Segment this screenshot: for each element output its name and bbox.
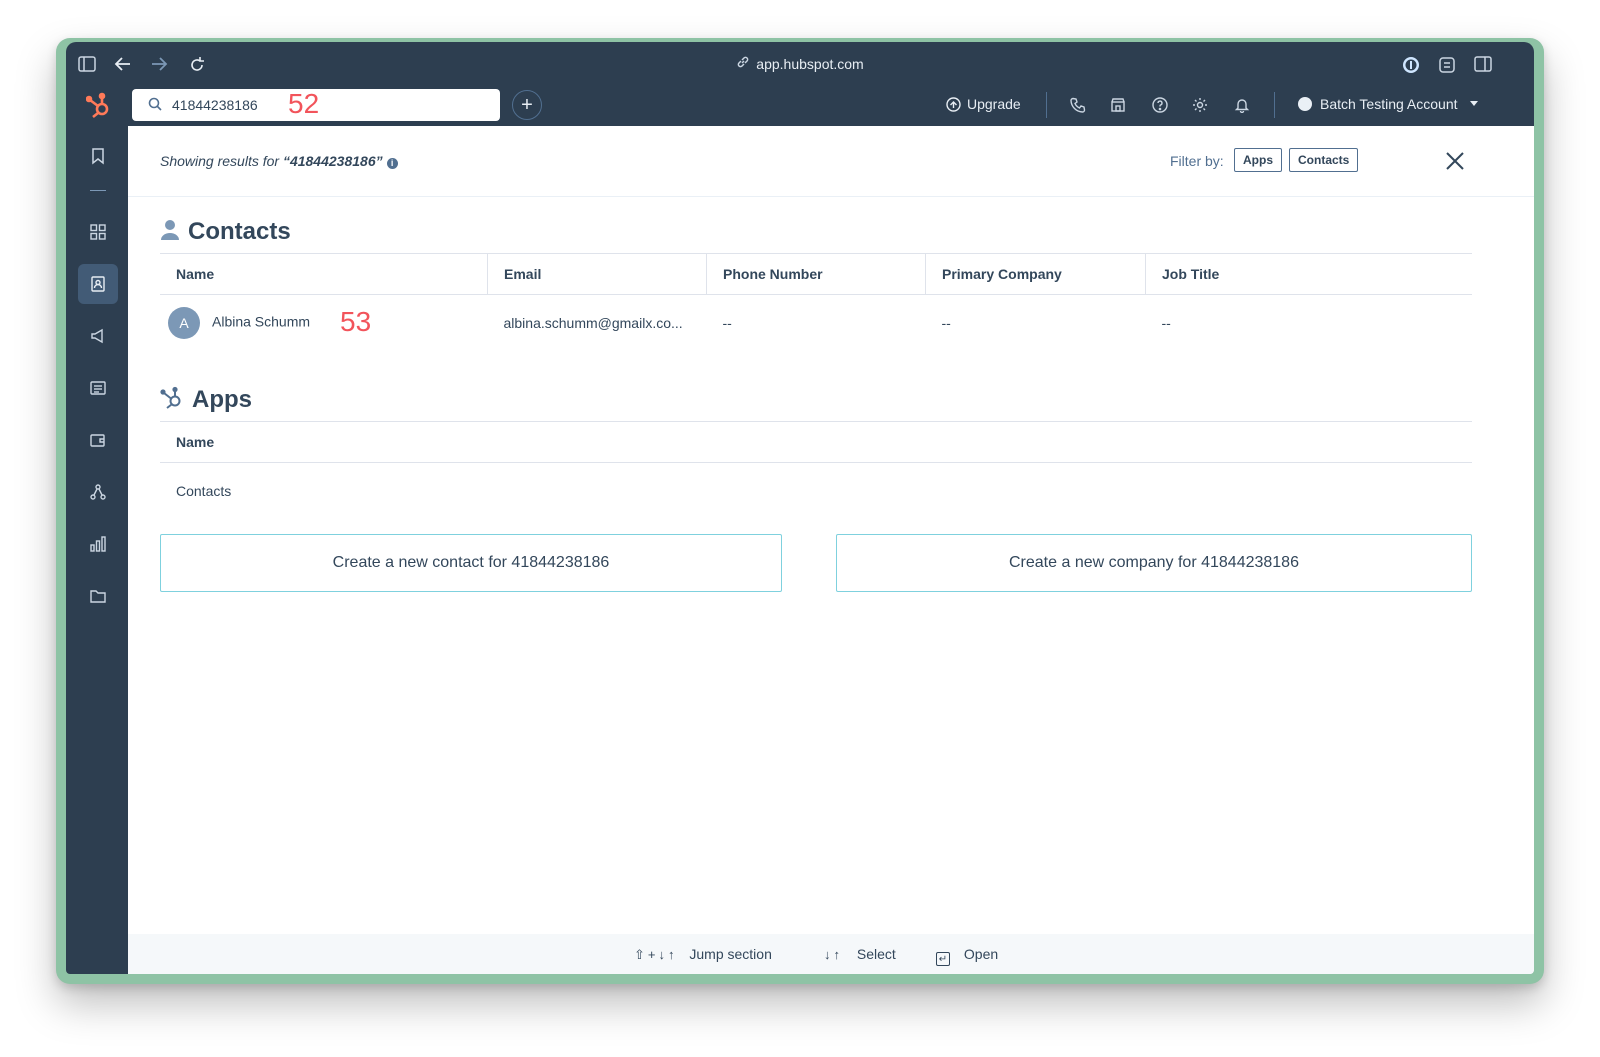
contacts-table: Name Email Phone Number Primary Company … [160, 253, 1472, 351]
apps-title: Apps [192, 386, 252, 413]
contacts-title: Contacts [188, 218, 291, 245]
contact-company: -- [941, 315, 951, 331]
column-header-name[interactable]: Name [160, 253, 488, 295]
select-keys: ↓↑ [824, 947, 843, 962]
account-menu[interactable]: Batch Testing Account [1298, 96, 1479, 112]
folder-icon [90, 590, 106, 603]
grid-icon [90, 224, 106, 240]
annotation-label: 53 [340, 306, 372, 337]
bar-chart-icon [90, 536, 106, 552]
table-row[interactable]: Contacts [160, 463, 1472, 520]
sidebar-item-marketing[interactable] [78, 316, 118, 356]
search-icon [148, 97, 162, 116]
app-name[interactable]: Contacts [160, 463, 1472, 520]
filter-apps-button[interactable]: Apps [1234, 148, 1282, 172]
contacts-section-title: Contacts [160, 218, 291, 246]
search-input[interactable]: 41844238186 [172, 97, 258, 113]
browser-toolbar: app.hubspot.com [66, 42, 1534, 88]
apps-table: Name Contacts [160, 421, 1472, 519]
split-view-icon[interactable] [1474, 56, 1494, 74]
shortcut-select: ↓↑ Select [824, 946, 896, 962]
upgrade-button[interactable]: Upgrade [946, 96, 1021, 112]
megaphone-icon [91, 328, 103, 344]
contact-name-cell[interactable]: A Albina Schumm 53 [160, 295, 488, 352]
upgrade-icon [946, 97, 961, 112]
account-name: Batch Testing Account [1320, 96, 1458, 112]
apps-section-title: Apps [160, 386, 252, 414]
jump-label: Jump section [689, 946, 772, 962]
info-icon[interactable]: i [386, 158, 398, 169]
create-company-button[interactable]: Create a new company for 41844238186 [836, 534, 1472, 592]
keyboard-shortcuts-bar: ⇧+↓↑ Jump section ↓↑ Select ↵ Open [128, 934, 1534, 974]
upgrade-label: Upgrade [967, 96, 1021, 112]
chevron-down-icon [1470, 101, 1479, 106]
sidebar-divider [90, 190, 106, 191]
column-header-company[interactable]: Primary Company [925, 253, 1146, 295]
person-icon [161, 220, 179, 240]
close-icon[interactable] [1444, 150, 1466, 172]
sidebar-item-crm[interactable] [78, 264, 118, 304]
browser-window: app.hubspot.com 41844238186 52 + Upgrade… [56, 38, 1544, 984]
sidebar-item-library[interactable] [78, 576, 118, 616]
results-toolbar: Showing results for “41844238186” i Filte… [128, 126, 1534, 197]
bookmark-icon [92, 148, 104, 165]
notifications-bell-icon[interactable] [1234, 97, 1252, 115]
browser-frame: app.hubspot.com 41844238186 52 + Upgrade… [66, 42, 1534, 974]
contacts-book-icon [91, 276, 105, 292]
sidebar-item-bookmarks[interactable] [78, 136, 118, 176]
contact-phone: -- [722, 315, 732, 331]
hubspot-logo-icon[interactable] [85, 92, 112, 120]
phone-icon[interactable] [1070, 97, 1088, 115]
shortcut-open: ↵ Open [936, 946, 998, 966]
table-header-row: Name [160, 421, 1472, 463]
sidebar-item-automation[interactable] [78, 472, 118, 512]
global-search-box[interactable]: 41844238186 52 [132, 88, 500, 121]
header-divider [1274, 92, 1275, 118]
open-label: Open [963, 946, 999, 962]
table-row[interactable]: A Albina Schumm 53 albina.schumm@gmailx.c… [160, 295, 1472, 352]
column-header-name[interactable]: Name [160, 421, 1472, 463]
column-header-job-title[interactable]: Job Title [1145, 253, 1472, 295]
contact-name[interactable]: Albina Schumm [212, 314, 310, 330]
showing-prefix: Showing results for [160, 153, 280, 169]
hubspot-sprocket-icon [160, 386, 181, 409]
contact-job-title: -- [1161, 315, 1171, 331]
shortcut-jump-section: ⇧+↓↑ Jump section [634, 946, 772, 963]
help-icon[interactable] [1152, 97, 1170, 115]
wallet-icon [90, 434, 105, 447]
jump-keys: ⇧+↓↑ [634, 947, 678, 962]
filter-label: Filter by: [1170, 153, 1224, 169]
enter-key-icon: ↵ [936, 952, 950, 966]
avatar: A [168, 307, 200, 339]
column-header-email[interactable]: Email [487, 253, 707, 295]
contact-email: albina.schumm@gmailx.co... [503, 315, 683, 331]
header-divider [1046, 92, 1047, 118]
network-icon [90, 484, 106, 500]
sidebar-item-commerce[interactable] [78, 420, 118, 460]
account-avatar [1298, 97, 1312, 111]
select-label: Select [856, 946, 896, 962]
marketplace-icon[interactable] [1110, 97, 1128, 115]
query-text: “41844238186” [282, 153, 383, 169]
app-header: 41844238186 52 + Upgrade Batch Testing A… [66, 88, 1534, 130]
sidebar-item-reporting[interactable] [78, 524, 118, 564]
document-icon [90, 381, 106, 395]
filter-contacts-button[interactable]: Contacts [1289, 148, 1359, 172]
results-summary: Showing results for “41844238186” i [160, 153, 398, 169]
search-results-panel: Showing results for “41844238186” i Filte… [128, 126, 1534, 974]
sidebar-item-workspaces[interactable] [78, 212, 118, 252]
settings-gear-icon[interactable] [1192, 97, 1210, 115]
address-bar[interactable]: app.hubspot.com [66, 55, 1534, 72]
extension-icon[interactable] [1438, 56, 1458, 74]
add-button[interactable]: + [512, 90, 542, 120]
table-header-row: Name Email Phone Number Primary Company … [160, 253, 1472, 295]
create-contact-button[interactable]: Create a new contact for 41844238186 [160, 534, 782, 592]
url-text: app.hubspot.com [756, 56, 864, 72]
annotation-label: 52 [288, 88, 320, 119]
password-manager-icon[interactable] [1402, 56, 1422, 74]
link-icon [736, 55, 750, 72]
column-header-phone[interactable]: Phone Number [706, 253, 926, 295]
sidebar-item-content[interactable] [78, 368, 118, 408]
left-sidebar [66, 130, 128, 974]
